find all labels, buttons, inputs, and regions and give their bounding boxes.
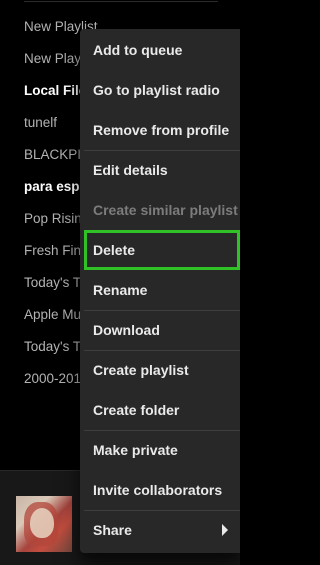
menu-item-invite-collaborators[interactable]: Invite collaborators	[84, 470, 240, 510]
sidebar-divider	[24, 1, 218, 2]
menu-item-delete[interactable]: Delete	[84, 230, 240, 270]
menu-item-create-folder[interactable]: Create folder	[84, 390, 240, 430]
menu-item-edit-details[interactable]: Edit details	[84, 150, 240, 190]
menu-item-create-similar-playlist: Create similar playlist	[93, 202, 238, 218]
menu-item-download[interactable]: Download	[84, 310, 240, 350]
menu-item-rename[interactable]: Rename	[84, 270, 240, 310]
menu-item-share-label: Share	[93, 522, 132, 538]
menu-item-go-to-playlist-radio[interactable]: Go to playlist radio	[84, 70, 240, 110]
menu-item-create-playlist[interactable]: Create playlist	[84, 350, 240, 390]
menu-item-remove-from-profile[interactable]: Remove from profile	[84, 110, 240, 150]
chevron-right-icon	[222, 524, 228, 536]
album-art[interactable]	[16, 496, 72, 552]
album-art-face	[30, 508, 54, 538]
context-menu: Add to queue Go to playlist radio Remove…	[80, 29, 240, 553]
menu-item-add-to-queue[interactable]: Add to queue	[84, 30, 240, 70]
menu-item-share[interactable]: Share	[84, 510, 240, 550]
menu-item-make-private[interactable]: Make private	[84, 430, 240, 470]
